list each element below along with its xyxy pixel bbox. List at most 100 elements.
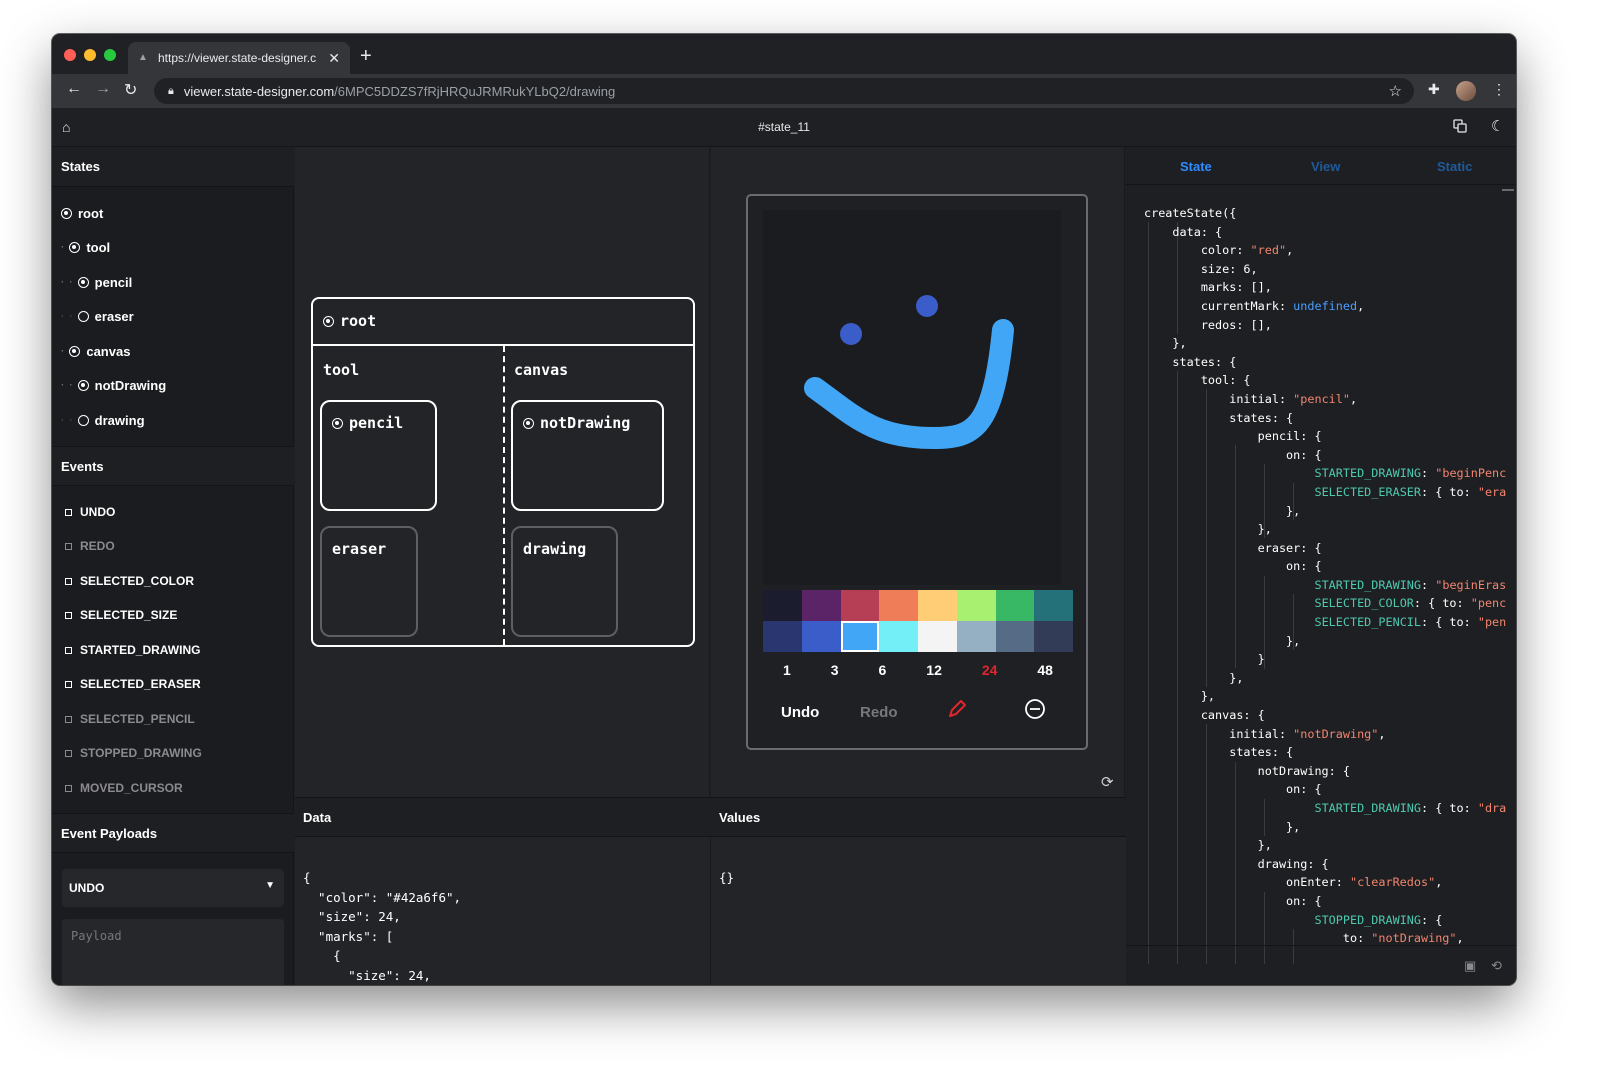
- event-select[interactable]: UNDO ▼: [62, 869, 284, 907]
- state-item-notDrawing[interactable]: ·· notDrawing: [61, 378, 166, 393]
- states-header: States: [52, 147, 294, 187]
- color-palette: [763, 590, 1073, 652]
- inactive-state-icon: [77, 415, 89, 426]
- state-code: createState({ data: { color: "red", size…: [1144, 206, 1507, 946]
- color-swatch[interactable]: [918, 590, 957, 621]
- state-item-tool[interactable]: · tool: [61, 240, 110, 255]
- state-node-eraser[interactable]: eraser: [320, 526, 418, 637]
- size-option[interactable]: 12: [926, 662, 942, 678]
- size-option[interactable]: 6: [879, 662, 887, 678]
- address-bar[interactable]: 🔒︎ viewer.state-designer.com/6MPC5DDZS7f…: [154, 78, 1414, 104]
- favicon-icon: ▲: [138, 52, 148, 63]
- color-swatch[interactable]: [995, 621, 1035, 652]
- color-swatch[interactable]: [918, 621, 957, 652]
- state-item-canvas[interactable]: · canvas: [61, 344, 130, 359]
- event-selected-pencil[interactable]: SELECTED_PENCIL: [65, 712, 195, 726]
- color-swatch[interactable]: [763, 590, 802, 621]
- bookmark-star-icon[interactable]: ☆: [1389, 82, 1402, 100]
- event-redo[interactable]: REDO: [65, 539, 115, 553]
- root-label: root: [340, 312, 377, 330]
- size-option[interactable]: 1: [783, 662, 791, 678]
- color-swatch[interactable]: [801, 621, 841, 652]
- url-path: /6MPC5DDZS7fRjHRQuJRMRukYLbQ2/drawing: [334, 83, 616, 99]
- reset-icon[interactable]: ⟲: [1491, 958, 1502, 974]
- color-swatch[interactable]: [1034, 621, 1073, 652]
- active-state-icon: [69, 242, 81, 253]
- state-node-pencil[interactable]: pencil: [320, 400, 437, 511]
- browser-menu-icon[interactable]: ⋮: [1492, 81, 1506, 98]
- back-icon[interactable]: ←: [66, 80, 82, 98]
- state-item-eraser[interactable]: ·· eraser: [61, 309, 134, 324]
- color-swatch[interactable]: [763, 621, 802, 652]
- region-label-canvas: canvas: [514, 361, 569, 379]
- color-swatch[interactable]: [840, 590, 880, 621]
- color-swatch[interactable]: [956, 621, 996, 652]
- code-tabs: State View Static: [1126, 147, 1516, 185]
- scrollbar[interactable]: [1502, 189, 1514, 191]
- dark-mode-icon[interactable]: ☾: [1491, 117, 1504, 135]
- new-tab-icon[interactable]: +: [360, 45, 372, 68]
- extensions-icon[interactable]: ✚: [1428, 81, 1440, 98]
- state-item-pencil[interactable]: ·· pencil: [61, 275, 132, 290]
- close-tab-icon[interactable]: ✕: [328, 50, 340, 67]
- event-started-drawing[interactable]: STARTED_DRAWING: [65, 643, 200, 657]
- data-pane: { "color": "#42a6f6", "size": 24, "marks…: [295, 837, 711, 985]
- close-window-button[interactable]: [64, 49, 76, 61]
- profile-avatar[interactable]: [1456, 81, 1476, 101]
- tab-state[interactable]: State: [1180, 159, 1212, 174]
- event-moved-cursor[interactable]: MOVED_CURSOR: [65, 781, 183, 795]
- size-option[interactable]: 24: [982, 662, 998, 678]
- color-swatch[interactable]: [995, 590, 1035, 621]
- event-undo[interactable]: UNDO: [65, 505, 115, 519]
- tab-bar: ▲ https://viewer.state-designer.c ✕ +: [52, 34, 1516, 74]
- forward-icon[interactable]: →: [95, 80, 111, 98]
- tab-title: https://viewer.state-designer.c: [158, 51, 317, 65]
- active-state-icon: [332, 418, 343, 429]
- maximize-window-button[interactable]: [104, 49, 116, 61]
- code-panel: State View Static createState({ data: { …: [1126, 147, 1516, 985]
- color-swatch[interactable]: [840, 621, 880, 652]
- state-node-notDrawing[interactable]: notDrawing: [511, 400, 664, 511]
- event-selected-color[interactable]: SELECTED_COLOR: [65, 574, 194, 588]
- save-icon[interactable]: ▣: [1464, 958, 1476, 974]
- parallel-divider: [503, 346, 505, 645]
- event-stopped-drawing[interactable]: STOPPED_DRAWING: [65, 746, 202, 760]
- preview-panel: 1 3 6 12 24 48 Undo Redo ⟳: [711, 147, 1125, 797]
- state-item-drawing[interactable]: ·· drawing: [61, 413, 145, 428]
- undo-button[interactable]: Undo: [781, 704, 819, 721]
- browser-tab[interactable]: ▲ https://viewer.state-designer.c ✕: [128, 42, 350, 74]
- state-node-drawing[interactable]: drawing: [511, 526, 618, 637]
- pencil-icon[interactable]: [946, 698, 968, 720]
- color-swatch[interactable]: [879, 590, 918, 621]
- data-header: Data: [295, 797, 711, 837]
- state-node-root[interactable]: root tool canvas pencil eraser notDrawin…: [311, 297, 695, 647]
- size-selector: 1 3 6 12 24 48: [763, 662, 1073, 678]
- color-swatch[interactable]: [956, 590, 996, 621]
- size-option[interactable]: 3: [831, 662, 839, 678]
- drawing-marks: [804, 295, 1014, 449]
- event-selected-eraser[interactable]: SELECTED_ERASER: [65, 677, 201, 691]
- refresh-icon[interactable]: ⟳: [1101, 773, 1114, 791]
- state-item-root[interactable]: root: [61, 206, 103, 221]
- event-selected-size[interactable]: SELECTED_SIZE: [65, 608, 177, 622]
- url-host: viewer.state-designer.com: [183, 83, 335, 99]
- color-swatch[interactable]: [1034, 590, 1073, 621]
- payload-input[interactable]: Payload: [62, 919, 284, 985]
- inactive-state-icon: [77, 311, 89, 322]
- color-swatch[interactable]: [879, 621, 918, 652]
- active-state-icon: [77, 380, 89, 391]
- redo-button[interactable]: Redo: [860, 704, 898, 721]
- state-chart-panel: root tool canvas pencil eraser notDrawin…: [295, 147, 710, 797]
- copy-icon[interactable]: [1453, 119, 1467, 133]
- active-state-icon: [323, 316, 334, 327]
- eraser-icon[interactable]: [1024, 698, 1046, 720]
- color-swatch[interactable]: [801, 590, 841, 621]
- minimize-window-button[interactable]: [84, 49, 96, 61]
- drawing-app-preview: 1 3 6 12 24 48 Undo Redo: [746, 194, 1088, 750]
- app-header: ⌂ #state_11 ☾: [52, 108, 1516, 147]
- drawing-canvas[interactable]: [763, 210, 1061, 585]
- tab-view[interactable]: View: [1311, 159, 1340, 174]
- reload-icon[interactable]: ↻: [124, 80, 137, 100]
- tab-static[interactable]: Static: [1437, 159, 1472, 174]
- size-option[interactable]: 48: [1037, 662, 1053, 678]
